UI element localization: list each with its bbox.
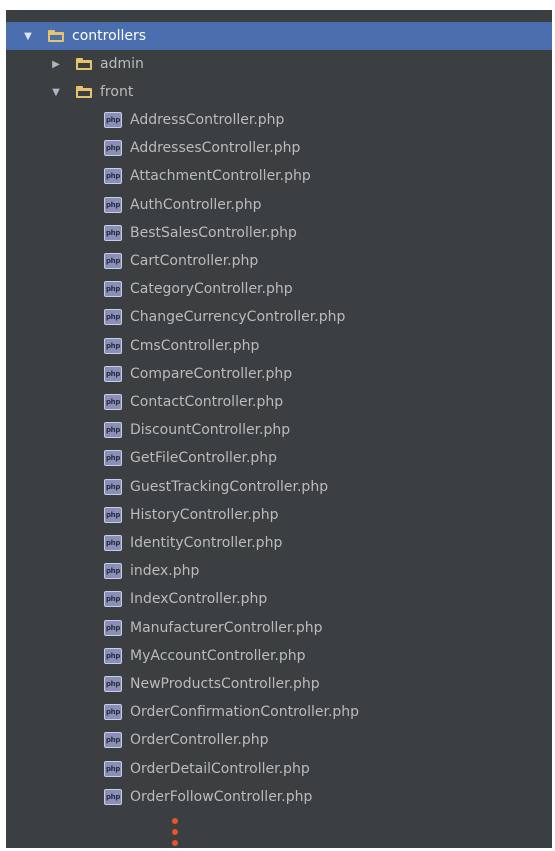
tree-item-controllers[interactable]: ▼ controllers <box>6 22 552 50</box>
tree-item-label: AddressController.php <box>130 112 285 128</box>
tree-item-file[interactable]: php HistoryController.php <box>6 501 552 529</box>
tree-item-label: GuestTrackingController.php <box>130 478 329 495</box>
tree-item-file[interactable]: php AddressesController.php <box>6 134 552 162</box>
php-file-icon: php <box>104 647 122 664</box>
tree-item-label: CategoryController.php <box>130 281 293 298</box>
php-file-icon: php <box>104 563 122 580</box>
php-file-icon: php <box>104 676 122 692</box>
tree-item-label: admin <box>100 56 144 72</box>
tree-item-file[interactable]: php ContactController.php <box>6 388 552 416</box>
tree-item-file[interactable]: php DiscountController.php <box>6 416 552 444</box>
php-file-icon: php <box>104 506 122 523</box>
tree-item-file[interactable]: php MyAccountController.php <box>6 642 552 670</box>
collapsed-arrow-icon[interactable]: ▶ <box>50 58 62 70</box>
tree-item-label: CmsController.php <box>130 337 260 354</box>
tree-item-file[interactable]: php index.php <box>6 557 552 585</box>
tree-item-file[interactable]: php AuthController.php <box>6 191 552 219</box>
php-file-icon: php <box>104 732 122 749</box>
tree-item-file[interactable]: php CompareController.php <box>6 360 552 388</box>
tree-item-file[interactable]: php OrderConfirmationController.php <box>6 698 552 726</box>
tree-item-label: index.php <box>130 563 200 580</box>
php-file-icon: php <box>104 309 122 326</box>
php-file-icon: php <box>104 450 122 467</box>
tree-item-file[interactable]: php OrderController.php <box>6 726 552 754</box>
tree-item-file[interactable]: php NewProductsController.php <box>6 670 552 698</box>
tree-item-file[interactable]: php AttachmentController.php <box>6 162 552 190</box>
tree-item-label: ChangeCurrencyController.php <box>130 309 346 326</box>
tree-item-file[interactable]: php CartController.php <box>6 247 552 275</box>
tree-item-admin[interactable]: ▶ admin <box>6 50 552 78</box>
tree-item-file[interactable]: php IdentityController.php <box>6 529 552 557</box>
tree-item-file[interactable]: php BestSalesController.php <box>6 219 552 247</box>
php-file-icon: php <box>104 196 122 213</box>
tree-item-file[interactable]: php OrderFollowController.php <box>6 783 552 811</box>
screenshot-frame: ▼ controllers ▶ admin ▼ front php Address… <box>0 0 555 851</box>
tree-item-file[interactable]: php IndexController.php <box>6 585 552 613</box>
php-file-icon: php <box>104 619 122 636</box>
tree-item-file[interactable]: php GuestTrackingController.php <box>6 473 552 501</box>
tree-item-label: OrderDetailController.php <box>130 760 310 777</box>
php-file-icon: php <box>104 112 122 128</box>
php-file-icon: php <box>104 224 122 241</box>
tree-item-label: AttachmentController.php <box>130 168 311 185</box>
tree-item-label: MyAccountController.php <box>130 647 306 664</box>
php-file-icon: php <box>104 337 122 354</box>
tree-item-label: NewProductsController.php <box>130 676 320 692</box>
php-file-icon: php <box>104 365 122 382</box>
tree-item-file[interactable]: php CategoryController.php <box>6 275 552 303</box>
tree-item-label: DiscountController.php <box>130 422 291 439</box>
tree-item-label: controllers <box>72 28 147 44</box>
php-file-icon: php <box>104 704 122 721</box>
tree-item-file[interactable]: php GetFileController.php <box>6 444 552 472</box>
php-file-icon: php <box>104 168 122 185</box>
php-file-icon: php <box>104 253 122 269</box>
php-file-icon: php <box>104 281 122 298</box>
tree-item-label: OrderFollowController.php <box>130 788 313 805</box>
php-file-icon: php <box>104 760 122 777</box>
tree-item-label: OrderController.php <box>130 732 269 749</box>
folder-icon <box>76 86 92 98</box>
tree-item-label: GetFileController.php <box>130 450 278 467</box>
tree-item-label: front <box>100 84 134 100</box>
tree-item-file[interactable]: php OrderDetailController.php <box>6 755 552 783</box>
php-file-icon: php <box>104 478 122 495</box>
php-file-icon: php <box>104 394 122 410</box>
vertical-ellipsis-icon <box>172 818 178 848</box>
folder-icon <box>48 30 64 42</box>
tree-item-label: IndexController.php <box>130 591 268 608</box>
tree-item-label: BestSalesController.php <box>130 224 297 241</box>
tree-item-label: CartController.php <box>130 253 259 269</box>
tree-item-file[interactable]: php ManufacturerController.php <box>6 614 552 642</box>
expanded-arrow-icon[interactable]: ▼ <box>22 30 34 42</box>
tree-item-label: ContactController.php <box>130 394 284 410</box>
tree-item-label: CompareController.php <box>130 365 293 382</box>
php-file-icon: php <box>104 535 122 551</box>
tree-item-label: OrderConfirmationController.php <box>130 704 360 721</box>
expanded-arrow-icon[interactable]: ▼ <box>50 86 62 98</box>
tree-item-label: IdentityController.php <box>130 535 283 551</box>
tree-item-label: AuthController.php <box>130 196 262 213</box>
php-file-icon: php <box>104 591 122 608</box>
php-file-icon: php <box>104 422 122 439</box>
php-file-icon: php <box>104 788 122 805</box>
tree-item-file[interactable]: php ChangeCurrencyController.php <box>6 303 552 331</box>
tree-item-file[interactable]: php AddressController.php <box>6 106 552 134</box>
tree-item-label: AddressesController.php <box>130 140 301 157</box>
php-file-icon: php <box>104 140 122 157</box>
tree-item-file[interactable]: php CmsController.php <box>6 332 552 360</box>
tree-item-label: ManufacturerController.php <box>130 619 323 636</box>
tree-item-label: HistoryController.php <box>130 506 279 523</box>
folder-icon <box>76 58 92 70</box>
tree-item-front[interactable]: ▼ front <box>6 78 552 106</box>
project-tree-panel[interactable]: ▼ controllers ▶ admin ▼ front php Address… <box>6 10 552 848</box>
